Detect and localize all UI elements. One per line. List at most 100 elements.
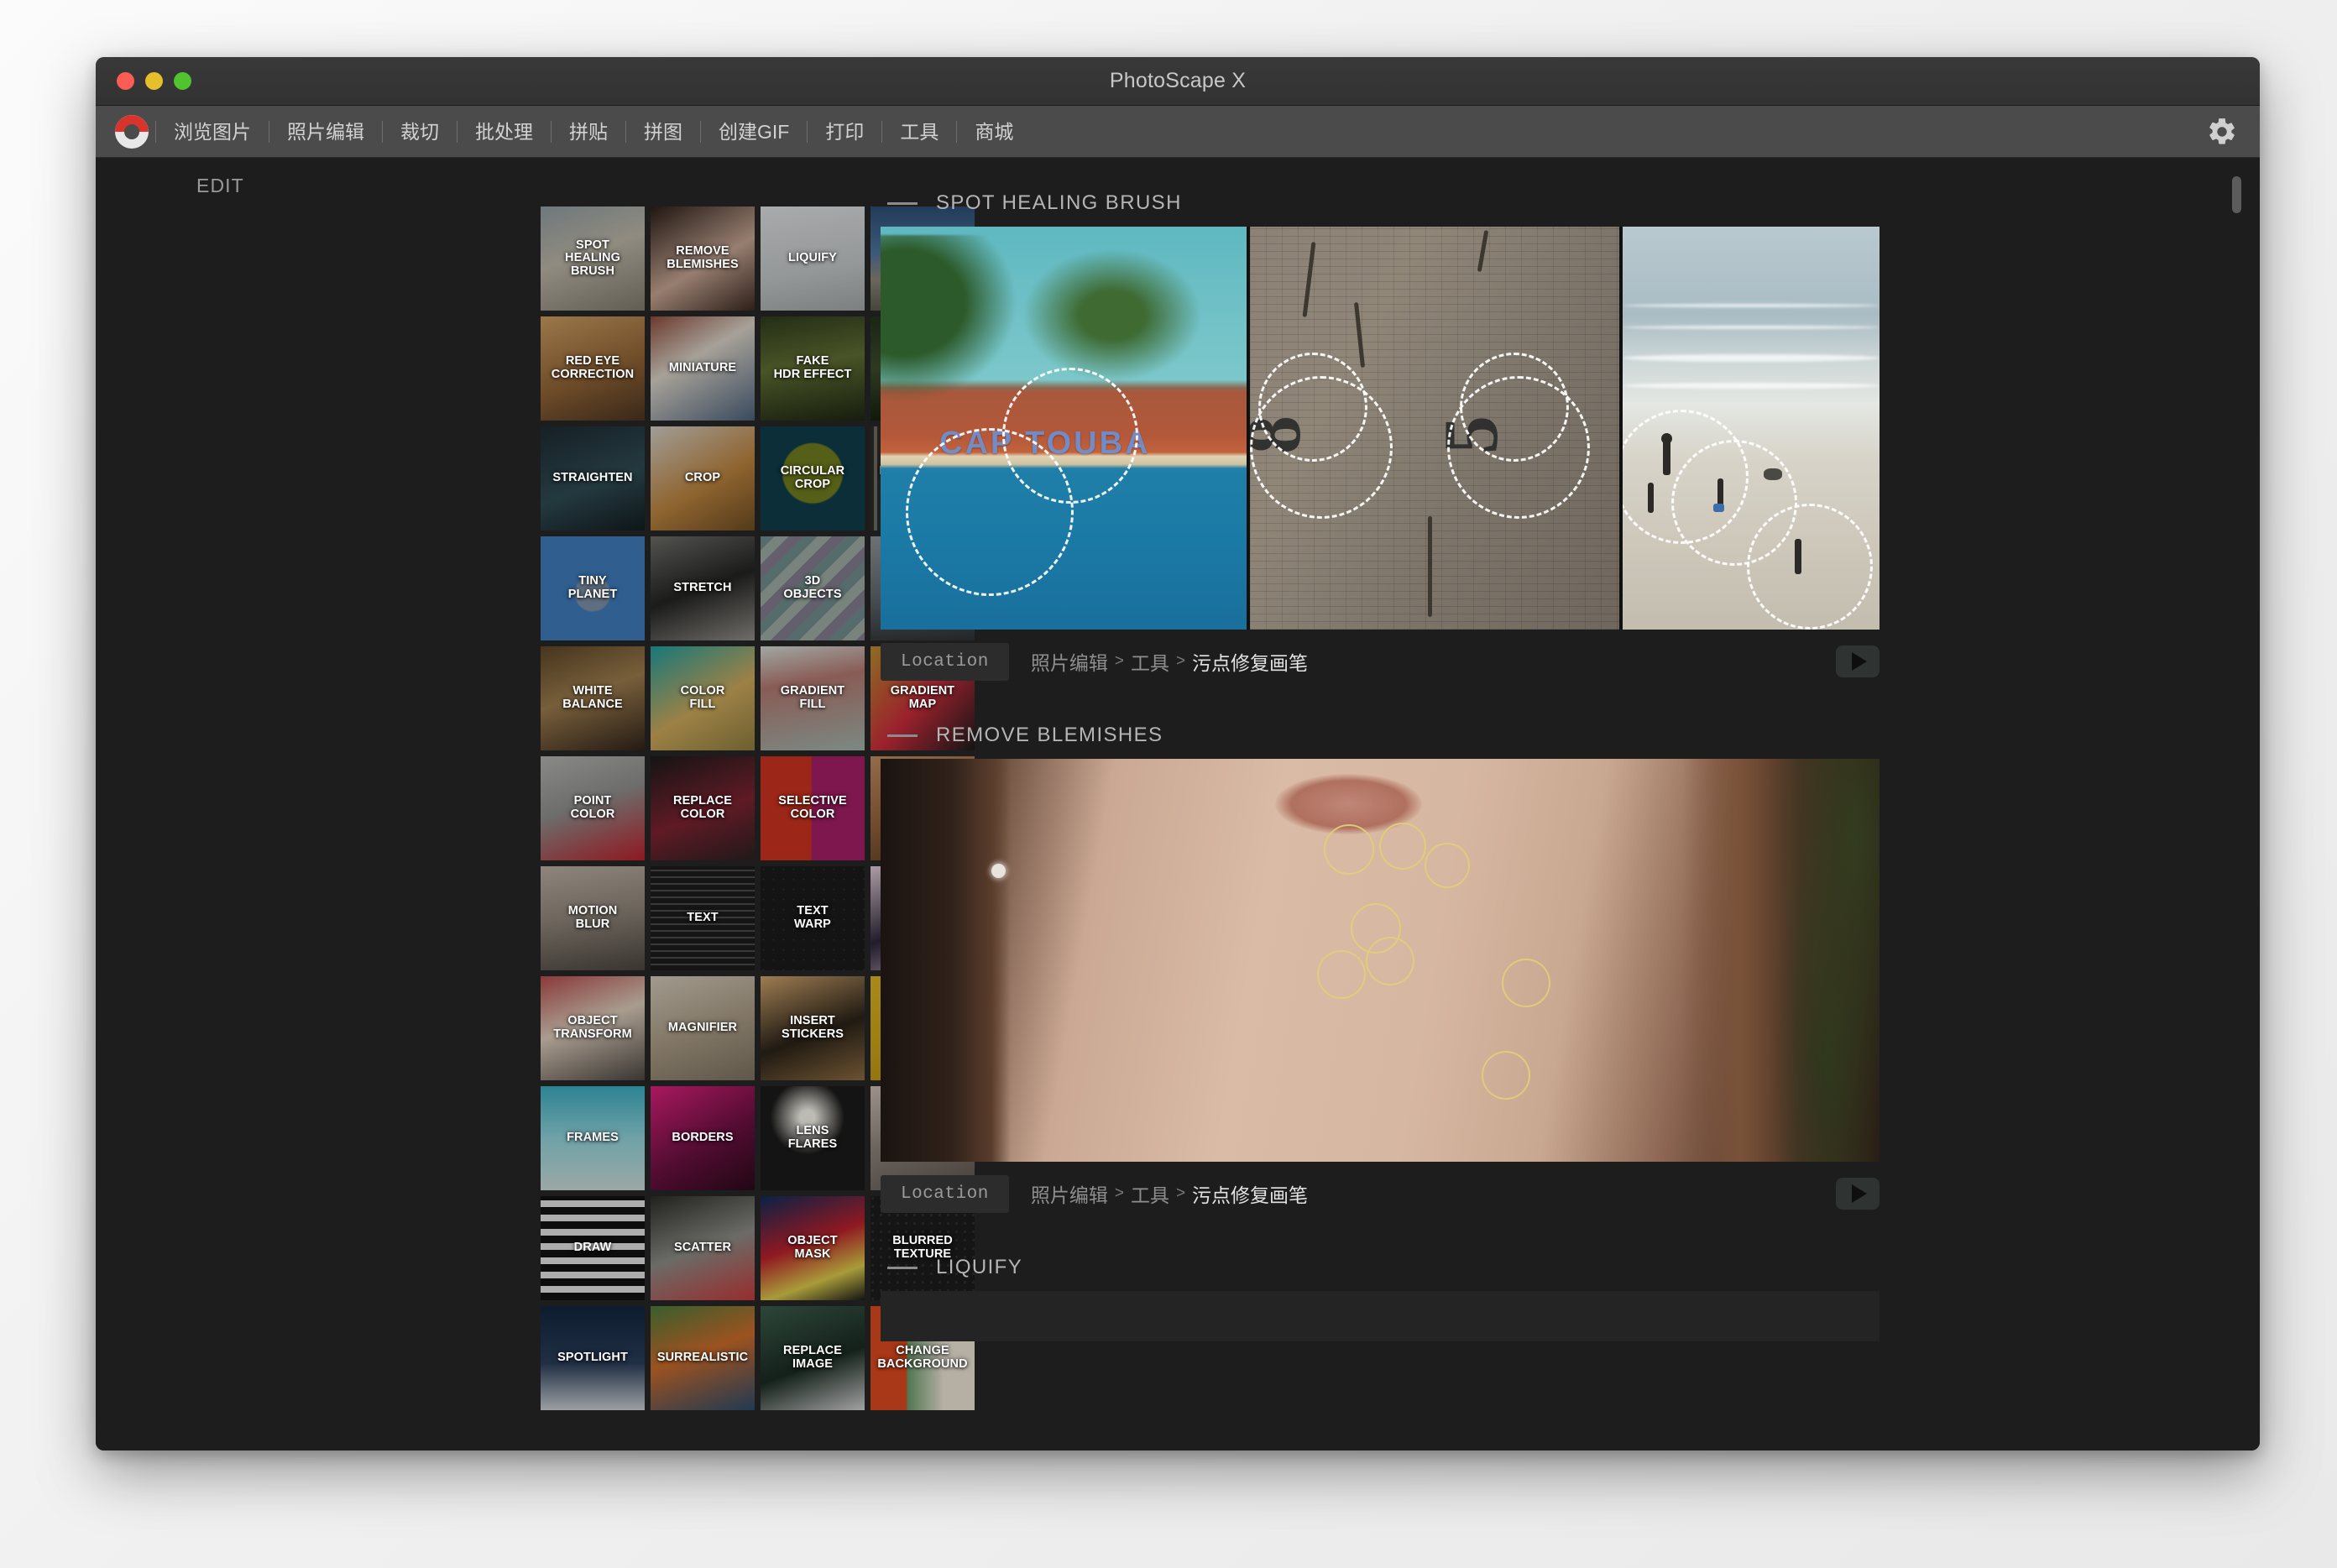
effect-tile-circular-crop[interactable]: CIRCULAR CROP <box>761 426 865 531</box>
effect-tile-draw[interactable]: DRAW <box>541 1196 645 1300</box>
application-window: PhotoScape X 浏览图片 照片编辑 裁切 批处理 拼贴 拼图 创建GI… <box>96 57 2260 1450</box>
gear-icon[interactable] <box>2206 116 2238 148</box>
effect-tile-label: STRETCH <box>651 536 755 640</box>
effect-tile-label: FRAMES <box>541 1086 645 1190</box>
breadcrumb: 照片编辑 > 工具 > 污点修复画笔 <box>1031 1179 1308 1208</box>
breadcrumb-item-tools[interactable]: 工具 <box>1131 1179 1169 1208</box>
breadcrumb-item-tools[interactable]: 工具 <box>1131 647 1169 676</box>
preview-image-liquify[interactable] <box>881 1291 1880 1341</box>
breadcrumb: 照片编辑 > 工具 > 污点修复画笔 <box>1031 647 1308 676</box>
location-bar: Location 照片编辑 > 工具 > 污点修复画笔 <box>881 640 1880 683</box>
maximize-button[interactable] <box>174 72 191 90</box>
selection-circle <box>1747 504 1873 630</box>
effect-tile-insert-stickers[interactable]: INSERT STICKERS <box>761 976 865 1080</box>
blemish-marker <box>1482 1051 1530 1100</box>
effect-tile-liquify[interactable]: LIQUIFY <box>761 206 865 311</box>
window-title: PhotoScape X <box>96 57 2260 105</box>
section-header: SPOT HEALING BRUSH <box>881 180 2260 227</box>
collapse-dash-icon[interactable] <box>887 202 918 205</box>
effect-tile-stretch[interactable]: STRETCH <box>651 536 755 640</box>
effect-tile-label: FAKE HDR EFFECT <box>761 316 865 421</box>
effect-tile-label: LIQUIFY <box>761 206 865 311</box>
effect-tile-miniature[interactable]: MINIATURE <box>651 316 755 421</box>
effect-tile-text[interactable]: TEXT <box>651 866 755 970</box>
effect-tile-lens-flares[interactable]: LENS FLARES <box>761 1086 865 1190</box>
menu-item-collage[interactable]: 拼贴 <box>552 106 625 158</box>
preview-image-spot-healing[interactable]: CAP TOUBA 8 5 <box>881 227 1880 630</box>
menu-item-print[interactable]: 打印 <box>808 106 881 158</box>
effect-tile-text-warp[interactable]: TEXT WARP <box>761 866 865 970</box>
minimize-button[interactable] <box>145 72 163 90</box>
location-chip[interactable]: Location <box>881 1175 1009 1213</box>
preview-tile-pool: CAP TOUBA <box>881 227 1247 630</box>
effect-tile-magnifier[interactable]: MAGNIFIER <box>651 976 755 1080</box>
close-button[interactable] <box>117 72 134 90</box>
play-icon[interactable] <box>1836 645 1880 677</box>
effect-tile-replace-image[interactable]: REPLACE IMAGE <box>761 1306 865 1410</box>
collapse-dash-icon[interactable] <box>887 734 918 737</box>
effect-tile-label: CIRCULAR CROP <box>761 426 865 531</box>
effect-tile-selective-color[interactable]: SELECTIVE COLOR <box>761 756 865 860</box>
effect-tile-label: REMOVE BLEMISHES <box>651 206 755 311</box>
title-bar: PhotoScape X <box>96 57 2260 106</box>
effect-tile-3d-objects[interactable]: 3D OBJECTS <box>761 536 865 640</box>
menu-item-combine[interactable]: 拼图 <box>626 106 700 158</box>
effect-tile-label: POINT COLOR <box>541 756 645 860</box>
effect-tile-tiny-planet[interactable]: TINY PLANET <box>541 536 645 640</box>
section-liquify: LIQUIFY <box>881 1244 2260 1341</box>
effect-tile-color-fill[interactable]: COLOR FILL <box>651 646 755 750</box>
effect-tile-borders[interactable]: BORDERS <box>651 1086 755 1190</box>
page-title: EDIT <box>196 175 244 197</box>
effect-tile-gradient-fill[interactable]: GRADIENT FILL <box>761 646 865 750</box>
effect-tile-label: 3D OBJECTS <box>761 536 865 640</box>
blemish-marker <box>1366 937 1414 985</box>
effect-tile-scatter[interactable]: SCATTER <box>651 1196 755 1300</box>
location-bar: Location 照片编辑 > 工具 > 污点修复画笔 <box>881 1172 1880 1215</box>
effects-grid-column: SPOT HEALING BRUSHREMOVE BLEMISHESLIQUIF… <box>431 158 881 1450</box>
effect-tile-white-balance[interactable]: WHITE BALANCE <box>541 646 645 750</box>
panel-scrollbar[interactable] <box>2232 176 2241 1450</box>
effect-tile-label: GRADIENT FILL <box>761 646 865 750</box>
effect-tile-motion-blur[interactable]: MOTION BLUR <box>541 866 645 970</box>
breadcrumb-item-editor[interactable]: 照片编辑 <box>1031 1179 1108 1208</box>
location-chip[interactable]: Location <box>881 643 1009 681</box>
breadcrumb-current: 污点修复画笔 <box>1192 1179 1308 1208</box>
preview-image-remove-blemishes[interactable] <box>881 759 1880 1162</box>
effect-tile-point-color[interactable]: POINT COLOR <box>541 756 645 860</box>
effect-tile-surrealistic[interactable]: SURREALISTIC <box>651 1306 755 1410</box>
effect-tile-label: COLOR FILL <box>651 646 755 750</box>
effect-tile-label: MINIATURE <box>651 316 755 421</box>
effect-tile-straighten[interactable]: STRAIGHTEN <box>541 426 645 531</box>
effects-grid: SPOT HEALING BRUSHREMOVE BLEMISHESLIQUIF… <box>96 206 545 1410</box>
menu-item-batch[interactable]: 批处理 <box>457 106 551 158</box>
section-spot-healing-brush: SPOT HEALING BRUSH CAP TOUBA <box>881 180 2260 683</box>
effect-tile-spotlight[interactable]: SPOTLIGHT <box>541 1306 645 1410</box>
menu-item-editor[interactable]: 照片编辑 <box>269 106 382 158</box>
menu-item-store[interactable]: 商城 <box>957 106 1031 158</box>
effect-tile-spot-healing-brush[interactable]: SPOT HEALING BRUSH <box>541 206 645 311</box>
effect-tile-red-eye-correction[interactable]: RED EYE CORRECTION <box>541 316 645 421</box>
blemish-marker <box>1324 824 1374 875</box>
preview-panel: SPOT HEALING BRUSH CAP TOUBA <box>881 158 2260 1450</box>
effect-tile-replace-color[interactable]: REPLACE COLOR <box>651 756 755 860</box>
play-icon[interactable] <box>1836 1178 1880 1210</box>
menu-item-cut[interactable]: 裁切 <box>383 106 457 158</box>
collapse-dash-icon[interactable] <box>887 1267 918 1269</box>
preview-tile-brick: 8 5 <box>1250 227 1619 630</box>
effect-tile-remove-blemishes[interactable]: REMOVE BLEMISHES <box>651 206 755 311</box>
effect-tile-label: OBJECT MASK <box>761 1196 865 1300</box>
effect-tile-object-mask[interactable]: OBJECT MASK <box>761 1196 865 1300</box>
menu-item-tools[interactable]: 工具 <box>882 106 956 158</box>
effect-tile-fake-hdr-effect[interactable]: FAKE HDR EFFECT <box>761 316 865 421</box>
breadcrumb-item-editor[interactable]: 照片编辑 <box>1031 647 1108 676</box>
menu-item-create-gif[interactable]: 创建GIF <box>701 106 807 158</box>
scrollbar-thumb[interactable] <box>2232 176 2241 213</box>
selection-circle <box>906 428 1074 596</box>
section-title: REMOVE BLEMISHES <box>936 724 1163 747</box>
effect-tile-object-transform[interactable]: OBJECT TRANSFORM <box>541 976 645 1080</box>
breadcrumb-separator: > <box>1115 1184 1124 1203</box>
menu-item-browse[interactable]: 浏览图片 <box>156 106 269 158</box>
effect-tile-crop[interactable]: CROP <box>651 426 755 531</box>
selection-circle <box>1250 376 1393 519</box>
effect-tile-frames[interactable]: FRAMES <box>541 1086 645 1190</box>
